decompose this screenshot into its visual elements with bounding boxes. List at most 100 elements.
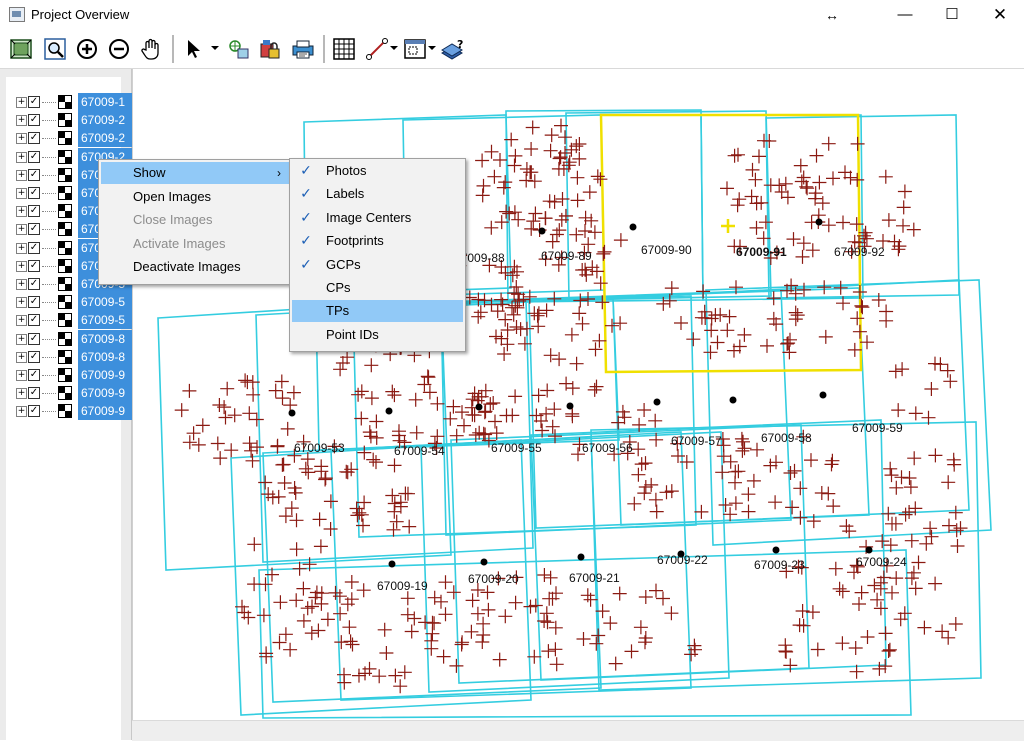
visibility-checkbox[interactable]: ✓ (28, 314, 40, 327)
tree-item[interactable]: + ✓ 67009-9 (16, 402, 134, 421)
expand-icon[interactable]: + (16, 406, 27, 418)
tree-item-label[interactable]: 67009-8 (78, 347, 134, 366)
expand-icon[interactable]: + (16, 169, 27, 181)
tree-item[interactable]: +✓ 67009-5 (16, 293, 134, 312)
expand-icon[interactable]: + (16, 242, 27, 254)
tree-connector (42, 411, 56, 413)
tree-item[interactable]: + ✓ 67009-8 (16, 347, 134, 366)
zoom-in-button[interactable] (74, 36, 100, 62)
tree-item-label[interactable]: 67009-9 (78, 366, 134, 384)
visibility-checkbox[interactable]: ✓ (28, 278, 40, 290)
print-button[interactable] (290, 36, 316, 62)
show-menu-item-image-centers[interactable]: ✓ Image Centers (292, 207, 463, 229)
zoom-window-button[interactable] (42, 36, 68, 62)
show-menu-item-point-ids[interactable]: Point IDs (292, 324, 463, 346)
minimize-button[interactable]: — (882, 0, 928, 30)
select-button[interactable] (180, 36, 206, 62)
expand-icon[interactable]: + (16, 315, 27, 327)
select-dropdown-arrow[interactable] (211, 46, 219, 50)
context-menu-item-deactivate-images[interactable]: Deactivate Images (101, 256, 289, 278)
help-button[interactable]: ? (440, 36, 466, 62)
image-thumbnail-icon (58, 167, 72, 182)
expand-icon[interactable]: + (16, 133, 27, 145)
tree-item-label[interactable]: 67009-5 (78, 293, 134, 312)
tree-item-label[interactable]: 67009-8 (78, 329, 134, 348)
show-menu-item-gcps[interactable]: ✓ GCPs (292, 254, 463, 276)
visibility-checkbox[interactable]: ✓ (28, 168, 40, 181)
measure-dropdown-arrow[interactable] (390, 46, 398, 50)
tree-item[interactable]: + ✓ 67009-8 (16, 329, 134, 348)
visibility-checkbox[interactable]: ✓ (28, 332, 40, 345)
image-label: 67009-24 (856, 555, 907, 569)
horizontal-scrollbar[interactable] (132, 720, 1024, 741)
image-lock-button[interactable] (257, 36, 283, 62)
zoom-out-button[interactable] (106, 36, 132, 62)
measure-button[interactable] (364, 36, 390, 62)
expand-icon[interactable]: + (16, 297, 27, 309)
visibility-checkbox[interactable]: ✓ (28, 132, 40, 145)
full-extent-icon (10, 39, 32, 59)
close-button[interactable]: ✕ (977, 0, 1023, 30)
show-menu-item-footprints[interactable]: ✓ Footprints (292, 230, 463, 252)
full-extent-button[interactable] (8, 36, 34, 62)
expand-icon[interactable]: + (16, 151, 27, 163)
menu-item-label: Footprints (326, 233, 384, 249)
show-menu-item-tps[interactable]: TPs (292, 300, 463, 323)
tree-connector (42, 156, 56, 158)
expand-icon[interactable]: + (16, 260, 27, 272)
tree-item[interactable]: + ✓ 67009-2 (16, 129, 134, 148)
visibility-checkbox[interactable]: ✓ (28, 296, 40, 309)
view-options-button[interactable] (402, 36, 428, 62)
show-menu-item-cps[interactable]: CPs (292, 277, 463, 299)
expand-icon[interactable]: + (16, 188, 27, 199)
visibility-checkbox[interactable]: ✓ (28, 405, 40, 418)
pan-button[interactable] (138, 36, 164, 62)
menu-item-label: Deactivate Images (133, 259, 241, 274)
tree-item[interactable]: + ✓ 67009-1 (16, 93, 134, 111)
visibility-checkbox[interactable]: ✓ (28, 350, 40, 363)
context-menu-item-show[interactable]: Show › (101, 162, 289, 184)
view-options-dropdown-arrow[interactable] (428, 46, 436, 50)
expand-icon[interactable]: + (16, 333, 27, 345)
tree-item[interactable]: +✓ 67009-5 (16, 311, 134, 330)
tree-item[interactable]: + ✓ 67009-9 (16, 366, 134, 384)
grid-button[interactable] (331, 36, 357, 62)
image-center-dot (538, 227, 546, 235)
tree-connector (42, 247, 56, 249)
add-points-button[interactable] (225, 36, 251, 62)
visibility-checkbox[interactable]: ✓ (28, 114, 40, 127)
show-menu-item-labels[interactable]: ✓ Labels (292, 183, 463, 205)
visibility-checkbox[interactable]: ✓ (28, 387, 40, 400)
expand-icon[interactable]: + (16, 351, 27, 363)
tree-item-label[interactable]: 67009-1 (78, 93, 134, 111)
tree-item-label[interactable]: 67009-5 (78, 311, 134, 330)
show-menu-item-photos[interactable]: ✓ Photos (292, 160, 463, 182)
visibility-checkbox[interactable]: ✓ (28, 259, 40, 272)
expand-icon[interactable]: + (16, 115, 27, 127)
tree-item-label[interactable]: 67009-9 (78, 402, 134, 421)
expand-icon[interactable]: + (16, 388, 27, 400)
visibility-checkbox[interactable]: ✓ (28, 205, 40, 218)
expand-icon[interactable]: + (16, 279, 27, 290)
tree-item-label[interactable]: 67009-9 (78, 384, 134, 403)
tree-item-label[interactable]: 67009-2 (78, 129, 134, 148)
visibility-checkbox[interactable]: ✓ (28, 223, 40, 236)
visibility-checkbox[interactable]: ✓ (28, 187, 40, 199)
image-lock-icon (260, 40, 280, 59)
tree-item-label[interactable]: 67009-2 (78, 111, 134, 130)
tree-item[interactable]: + ✓ 67009-9 (16, 384, 134, 403)
visibility-checkbox[interactable]: ✓ (28, 96, 40, 108)
menu-item-label: Close Images (133, 212, 213, 227)
visibility-checkbox[interactable]: ✓ (28, 241, 40, 254)
tree-item[interactable]: + ✓ 67009-2 (16, 111, 134, 130)
expand-icon[interactable]: + (16, 206, 27, 218)
visibility-checkbox[interactable]: ✓ (28, 369, 40, 381)
visibility-checkbox[interactable]: ✓ (28, 150, 40, 163)
maximize-button[interactable]: ☐ (929, 0, 975, 30)
expand-icon[interactable]: + (16, 224, 27, 236)
print-icon (292, 40, 314, 59)
context-menu-item-open-images[interactable]: Open Images (101, 186, 289, 208)
expand-icon[interactable]: + (16, 370, 27, 381)
tree-connector (42, 265, 56, 267)
expand-icon[interactable]: + (16, 97, 27, 108)
